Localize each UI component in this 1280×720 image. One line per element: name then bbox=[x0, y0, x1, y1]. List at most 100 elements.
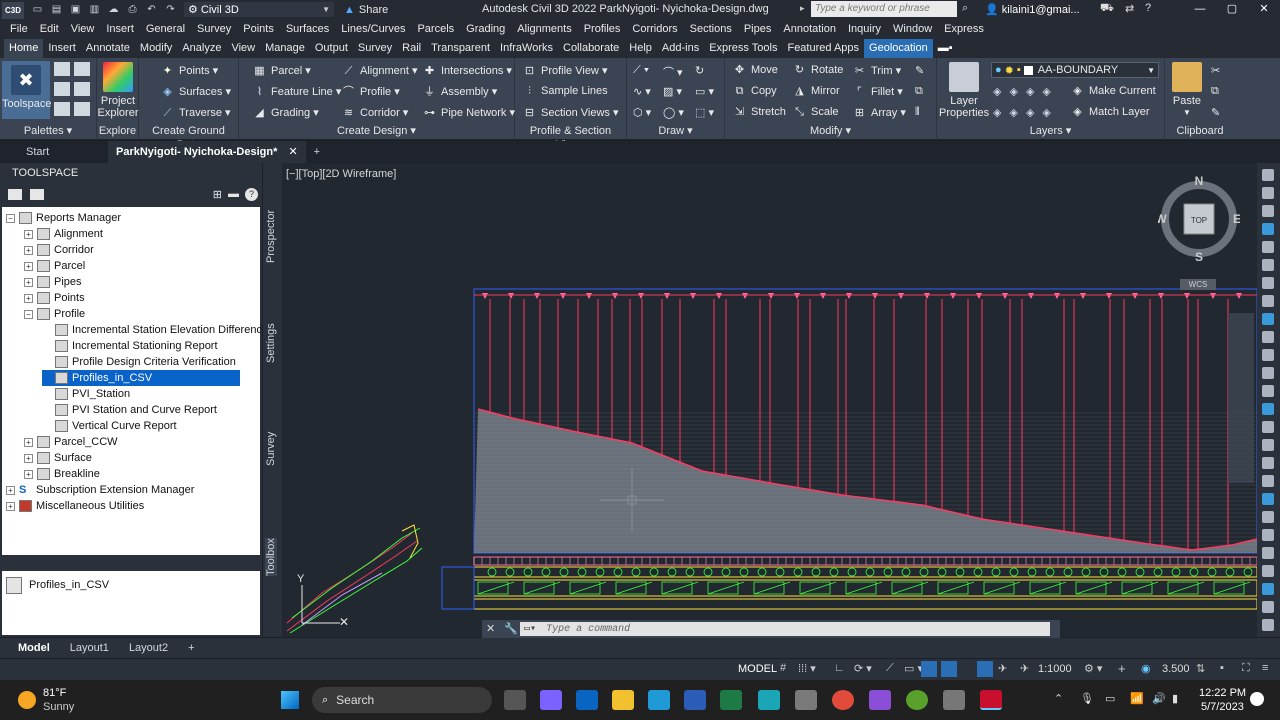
tab-transparent[interactable]: Transparent bbox=[426, 39, 495, 58]
tree-item[interactable]: + Miscellaneous Utilities bbox=[6, 498, 144, 514]
ortho-icon[interactable]: ∟ bbox=[834, 662, 845, 674]
layer-isolate-icon[interactable]: ◈ bbox=[1009, 85, 1017, 98]
file-explorer-icon[interactable] bbox=[612, 690, 634, 710]
expand-icon[interactable]: + bbox=[24, 261, 33, 271]
help-icon[interactable]: ? bbox=[1145, 2, 1151, 14]
layout-tab-layout2[interactable]: Layout2 bbox=[119, 642, 178, 654]
tool-icon[interactable] bbox=[1262, 493, 1274, 505]
expand-icon[interactable]: + bbox=[24, 437, 33, 447]
plus-icon[interactable]: + bbox=[1118, 661, 1126, 676]
tool-icon[interactable] bbox=[1262, 619, 1274, 631]
tree-item[interactable]: + Surface bbox=[24, 450, 92, 466]
layer-on-icon[interactable]: ◈ bbox=[993, 106, 1001, 119]
close-icon[interactable]: ✕ bbox=[1248, 0, 1280, 19]
layer-unlock-icon[interactable]: ◈ bbox=[1026, 106, 1034, 119]
tree-item[interactable]: Vertical Curve Report bbox=[42, 418, 177, 434]
layer-properties-button[interactable]: Layer Properties bbox=[939, 62, 989, 119]
snap-icon[interactable]: ⁞⁞⁞ ▾ bbox=[798, 662, 816, 675]
weather-condition[interactable]: Sunny bbox=[43, 701, 74, 713]
rotate-button[interactable]: ↻ Rotate bbox=[793, 64, 844, 76]
weather-temp[interactable]: 81°F bbox=[43, 687, 66, 699]
assembly-button[interactable]: ⏚ Assembly ▾ bbox=[423, 85, 497, 99]
tool-icon[interactable] bbox=[1262, 223, 1274, 235]
edge-icon[interactable] bbox=[648, 690, 670, 710]
paste-button[interactable]: Paste ▼ bbox=[1167, 62, 1207, 119]
tab-help[interactable]: Help bbox=[624, 39, 657, 58]
menu-inquiry[interactable]: Inquiry bbox=[842, 23, 887, 35]
save-icon[interactable]: ▣ bbox=[69, 4, 82, 16]
compass-n[interactable]: N bbox=[1195, 174, 1204, 188]
layer-thaw-icon[interactable]: ◈ bbox=[1009, 106, 1017, 119]
collapse-icon[interactable]: − bbox=[24, 309, 33, 319]
navigation-bar[interactable] bbox=[1228, 313, 1254, 483]
folder-icon[interactable] bbox=[8, 188, 22, 200]
tool-icon[interactable] bbox=[1262, 547, 1274, 559]
excel-icon[interactable] bbox=[720, 690, 742, 710]
circle-icon[interactable]: ◯ ▾ bbox=[663, 106, 684, 119]
expand-icon[interactable]: + bbox=[24, 277, 33, 287]
tree-icon[interactable]: ⊞ bbox=[213, 188, 222, 201]
compass-s[interactable]: S bbox=[1195, 250, 1203, 264]
points-button[interactable]: ✦ Points ▾ bbox=[161, 64, 218, 78]
arc-icon[interactable]: ⌒ ▾ bbox=[663, 64, 683, 80]
expand-icon[interactable]: + bbox=[6, 501, 15, 511]
isodraft-icon[interactable]: ⟋ bbox=[886, 662, 894, 675]
array-button[interactable]: ⊞ Array ▾ bbox=[853, 106, 906, 120]
tool-icon[interactable] bbox=[1262, 403, 1274, 415]
match-properties-icon[interactable]: ✎ bbox=[1211, 106, 1220, 119]
battery-icon[interactable]: ▭ bbox=[1105, 692, 1115, 705]
workspace-selector[interactable]: ⚙ Civil 3D ▼ bbox=[184, 2, 334, 17]
prospector-icon[interactable] bbox=[54, 62, 70, 76]
surfaces-button[interactable]: ◈ Surfaces ▾ bbox=[161, 85, 231, 99]
toggle-icon[interactable]: ▬ bbox=[228, 188, 239, 200]
layer-walk-icon[interactable]: ◈ bbox=[1042, 106, 1050, 119]
tool-icon[interactable] bbox=[1262, 205, 1274, 217]
exchange-icon[interactable]: ⇄ bbox=[1125, 2, 1134, 15]
tree-item[interactable]: PVI Station and Curve Report bbox=[42, 402, 217, 418]
tree-item[interactable]: + Corridor bbox=[24, 242, 94, 258]
tab-toolbox[interactable]: Toolbox bbox=[265, 538, 277, 576]
settings-icon[interactable] bbox=[74, 62, 90, 76]
expand-icon[interactable]: + bbox=[24, 469, 33, 479]
maximize-icon[interactable]: ▢ bbox=[1216, 0, 1248, 19]
tree-item[interactable]: PVI_Station bbox=[42, 386, 130, 402]
create-design-panel-title[interactable]: Create Design ▾ bbox=[239, 124, 514, 140]
menu-general[interactable]: General bbox=[140, 23, 191, 35]
tool-icon[interactable] bbox=[1262, 475, 1274, 487]
folder-edit-icon[interactable] bbox=[30, 188, 44, 200]
chevron-up-icon[interactable]: ⌃ bbox=[1054, 692, 1063, 705]
wifi-icon[interactable]: 📶 bbox=[1130, 692, 1144, 705]
outlook-icon[interactable] bbox=[576, 690, 598, 710]
tool-icon[interactable] bbox=[1262, 241, 1274, 253]
menu-edit[interactable]: Edit bbox=[34, 23, 65, 35]
scale-button[interactable]: ⤡ Scale bbox=[793, 106, 838, 118]
menu-parcels[interactable]: Parcels bbox=[411, 23, 460, 35]
command-history-icon[interactable]: ▭▾ bbox=[524, 624, 536, 635]
palettes-panel-title[interactable]: Palettes ▾ bbox=[0, 124, 96, 140]
layer-off-icon[interactable]: ◈ bbox=[993, 85, 1001, 98]
drawing-tab[interactable]: ParkNyigoti- Nyichoka-Design* ✕ bbox=[108, 141, 306, 163]
tree-item[interactable]: Incremental Station Elevation Difference… bbox=[42, 322, 280, 338]
tab-infraworks[interactable]: InfraWorks bbox=[495, 39, 558, 58]
make-current-button[interactable]: ◈ Make Current bbox=[1071, 85, 1155, 97]
layer-dropdown[interactable]: ● ✹ ▪ AA-BOUNDARY ▼ bbox=[991, 62, 1159, 78]
tab-featured-apps[interactable]: Featured Apps bbox=[782, 39, 864, 58]
tool-icon[interactable] bbox=[1262, 295, 1274, 307]
menu-view[interactable]: View bbox=[65, 23, 101, 35]
tab-collaborate[interactable]: Collaborate bbox=[558, 39, 624, 58]
autoscale-icon[interactable]: ✈ bbox=[998, 662, 1007, 675]
expand-icon[interactable]: + bbox=[24, 293, 33, 303]
open-icon[interactable]: ▤ bbox=[50, 4, 63, 16]
tool-icon[interactable] bbox=[1262, 187, 1274, 199]
cut-icon[interactable]: ✂ bbox=[1211, 64, 1220, 77]
tool-icon[interactable] bbox=[1262, 529, 1274, 541]
tool-icon[interactable] bbox=[1262, 313, 1274, 325]
profile-view-button[interactable]: ⊡ Profile View ▾ bbox=[523, 64, 608, 78]
tool-icon[interactable] bbox=[1262, 349, 1274, 361]
store-icon[interactable] bbox=[795, 690, 817, 710]
modify-panel-title[interactable]: Modify ▾ bbox=[725, 124, 936, 140]
tab-output[interactable]: Output bbox=[310, 39, 353, 58]
hatch-icon[interactable]: ▨ ▾ bbox=[663, 85, 682, 98]
app-icon[interactable] bbox=[943, 690, 965, 710]
model-space-toggle[interactable]: MODEL bbox=[738, 663, 777, 675]
